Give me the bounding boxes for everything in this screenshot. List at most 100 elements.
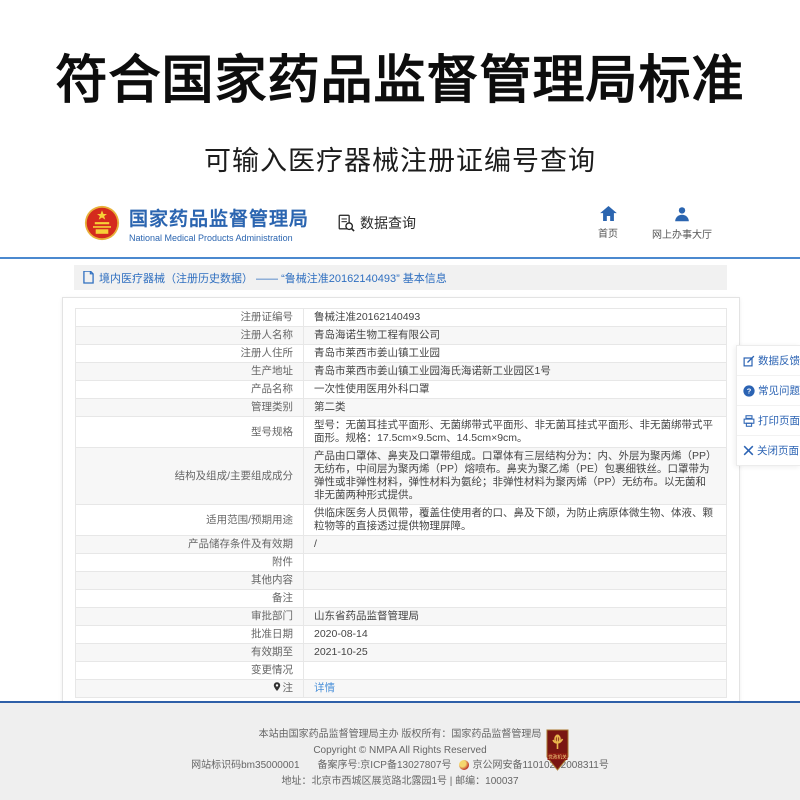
row-label: 附件 <box>76 554 304 572</box>
float-item-label: 关闭页面 <box>757 443 799 458</box>
row-value: 2021-10-25 <box>304 644 727 662</box>
table-row: 注册人住所青岛市莱西市姜山镇工业园 <box>76 345 727 363</box>
footer-police-record[interactable]: 京公网安备11010202008311号 <box>472 760 608 771</box>
table-row: 注册人名称青岛海诺生物工程有限公司 <box>76 327 727 345</box>
close-icon <box>743 445 754 456</box>
tab-data-query[interactable]: 数据查询 <box>337 213 416 233</box>
nav-online-hall[interactable]: 网上办事大厅 <box>652 206 712 241</box>
row-value: 鲁械注准20162140493 <box>304 309 727 327</box>
row-value: 青岛市莱西市姜山镇工业园海氏海诺新工业园区1号 <box>304 363 727 381</box>
table-row: 型号规格型号：无菌耳挂式平面形、无菌绑带式平面形、非无菌耳挂式平面形、非无菌绑带… <box>76 417 727 448</box>
row-value <box>304 662 727 680</box>
row-label: 产品名称 <box>76 381 304 399</box>
info-table-body: 注册证编号鲁械注准20162140493注册人名称青岛海诺生物工程有限公司注册人… <box>76 309 727 698</box>
footer-icp: 备案序号:京ICP备13027807号 <box>318 760 452 771</box>
police-badge-icon <box>459 760 469 770</box>
info-card: 注册证编号鲁械注准20162140493注册人名称青岛海诺生物工程有限公司注册人… <box>62 297 740 709</box>
header-divider <box>0 257 800 259</box>
hero-subtitle: 可输入医疗器械注册证编号查询 <box>0 139 800 178</box>
row-label: 结构及组成/主要组成成分 <box>76 448 304 505</box>
user-icon <box>674 206 690 222</box>
row-label: 注册人住所 <box>76 345 304 363</box>
detail-link[interactable]: 详情 <box>314 682 335 694</box>
document-icon <box>83 271 94 284</box>
footer-site-code: 网站标识码bm35000001 <box>191 760 299 771</box>
table-row: 适用范围/预期用途供临床医务人员佩带，覆盖住使用者的口、鼻及下颌，为防止病原体微… <box>76 505 727 536</box>
footer-line-host: 本站由国家药品监督管理局主办 版权所有：国家药品监督管理局 <box>0 727 800 743</box>
table-row: 产品名称一次性使用医用外科口罩 <box>76 381 727 399</box>
row-value: 青岛海诺生物工程有限公司 <box>304 327 727 345</box>
row-value: 第二类 <box>304 399 727 417</box>
table-row: 管理类别第二类 <box>76 399 727 417</box>
row-value: 2020-08-14 <box>304 626 727 644</box>
hero-banner: 符合国家药品监督管理局标准 可输入医疗器械注册证编号查询 <box>0 0 800 188</box>
site-header: 国家药品监督管理局 National Medical Products Admi… <box>0 190 800 256</box>
breadcrumb-text: 境内医疗器械（注册历史数据） —— “鲁械注准20162140493” 基本信息 <box>99 270 447 286</box>
row-label: 有效期至 <box>76 644 304 662</box>
float-item-label: 打印页面 <box>758 413 800 428</box>
table-row: 生产地址青岛市莱西市姜山镇工业园海氏海诺新工业园区1号 <box>76 363 727 381</box>
row-label: 其他内容 <box>76 572 304 590</box>
hero-title: 符合国家药品监督管理局标准 <box>0 38 800 113</box>
footer-line-registration: 网站标识码bm35000001 备案序号:京ICP备13027807号 京公网安备1… <box>0 758 800 774</box>
page: 符合国家药品监督管理局标准 可输入医疗器械注册证编号查询 国家药品监督管理局 N… <box>0 0 800 800</box>
float-menu: 数据反馈 ? 常见问题 打印页面 关闭页面 <box>736 345 800 466</box>
float-item-close[interactable]: 关闭页面 <box>737 436 800 465</box>
table-row: 注详情 <box>76 680 727 698</box>
row-value: 山东省药品监督管理局 <box>304 608 727 626</box>
document-search-icon <box>337 214 355 232</box>
row-label: 变更情况 <box>76 662 304 680</box>
footer-line-copyright: Copyright © NMPA All Rights Reserved <box>0 743 800 759</box>
table-row: 附件 <box>76 554 727 572</box>
home-icon <box>600 206 617 221</box>
table-row: 其他内容 <box>76 572 727 590</box>
row-value: 一次性使用医用外科口罩 <box>304 381 727 399</box>
site-footer: 本站由国家药品监督管理局主办 版权所有：国家药品监督管理局 Copyright … <box>0 701 800 800</box>
nmpa-logo[interactable]: 国家药品监督管理局 National Medical Products Admi… <box>84 204 309 243</box>
table-row: 产品储存条件及有效期/ <box>76 536 727 554</box>
row-label: 注 <box>76 680 304 698</box>
gov-agency-badge-icon[interactable]: 党政机关 <box>546 729 569 771</box>
row-value <box>304 572 727 590</box>
row-label: 注册人名称 <box>76 327 304 345</box>
row-value: 供临床医务人员佩带，覆盖住使用者的口、鼻及下颌，为防止病原体微生物、体液、颗粒物… <box>304 505 727 536</box>
national-emblem-icon <box>84 205 120 241</box>
info-table: 注册证编号鲁械注准20162140493注册人名称青岛海诺生物工程有限公司注册人… <box>75 308 727 698</box>
pin-icon <box>273 682 281 692</box>
row-value: 产品由口罩体、鼻夹及口罩带组成。口罩体有三层结构分为：内、外层为聚丙烯（PP）无… <box>304 448 727 505</box>
float-item-print[interactable]: 打印页面 <box>737 406 800 436</box>
row-label: 型号规格 <box>76 417 304 448</box>
row-label: 批准日期 <box>76 626 304 644</box>
table-row: 备注 <box>76 590 727 608</box>
nav-home-label: 首页 <box>598 225 618 240</box>
row-label: 生产地址 <box>76 363 304 381</box>
nav-online-hall-label: 网上办事大厅 <box>652 226 712 241</box>
row-label: 备注 <box>76 590 304 608</box>
table-row: 变更情况 <box>76 662 727 680</box>
float-item-feedback[interactable]: 数据反馈 <box>737 346 800 376</box>
row-value <box>304 554 727 572</box>
row-label: 产品储存条件及有效期 <box>76 536 304 554</box>
row-value <box>304 590 727 608</box>
table-row: 有效期至2021-10-25 <box>76 644 727 662</box>
tab-data-query-label: 数据查询 <box>360 213 416 233</box>
float-item-label: 数据反馈 <box>758 353 800 368</box>
org-name-en: National Medical Products Administration <box>129 233 309 243</box>
row-label: 审批部门 <box>76 608 304 626</box>
row-label: 管理类别 <box>76 399 304 417</box>
edit-icon <box>743 355 755 367</box>
row-value: / <box>304 536 727 554</box>
row-value: 青岛市莱西市姜山镇工业园 <box>304 345 727 363</box>
table-row: 审批部门山东省药品监督管理局 <box>76 608 727 626</box>
nav-home[interactable]: 首页 <box>598 206 618 240</box>
table-row: 批准日期2020-08-14 <box>76 626 727 644</box>
question-icon: ? <box>743 385 755 397</box>
table-row: 注册证编号鲁械注准20162140493 <box>76 309 727 327</box>
row-label: 适用范围/预期用途 <box>76 505 304 536</box>
printer-icon <box>743 415 755 427</box>
row-value: 型号：无菌耳挂式平面形、无菌绑带式平面形、非无菌耳挂式平面形、非无菌绑带式平面形… <box>304 417 727 448</box>
float-item-faq[interactable]: ? 常见问题 <box>737 376 800 406</box>
footer-line-address: 地址：北京市西城区展览路北露园1号 | 邮编：100037 <box>0 774 800 790</box>
table-row: 结构及组成/主要组成成分产品由口罩体、鼻夹及口罩带组成。口罩体有三层结构分为：内… <box>76 448 727 505</box>
org-name: 国家药品监督管理局 <box>129 204 309 231</box>
